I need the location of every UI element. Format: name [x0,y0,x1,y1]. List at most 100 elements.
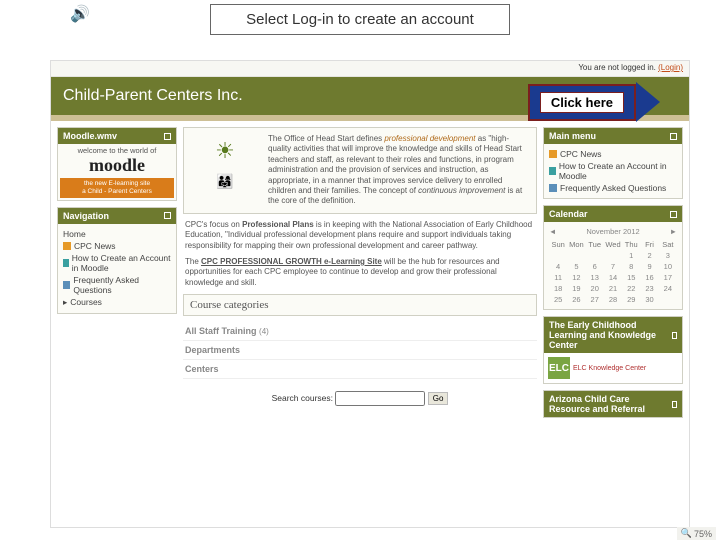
calendar-day-header: Wed [604,239,622,250]
expand-icon: ▸ [63,297,67,308]
calendar-day[interactable]: 22 [622,283,640,294]
calendar-day[interactable]: 1 [622,250,640,261]
collapse-icon[interactable] [672,401,677,408]
collapse-icon[interactable] [670,211,677,218]
moodle-logo-text: moodle [60,155,174,176]
calendar-day[interactable]: 25 [549,294,567,305]
collapse-icon[interactable] [672,332,677,339]
moodle-tagline: welcome to the world of [60,146,174,155]
people-icon: 👨‍👩‍👧 [216,173,233,190]
eck-badge-icon: ELC [548,357,570,379]
collapse-icon[interactable] [164,212,171,219]
sound-icon: 🔊 [70,4,90,24]
calendar-day[interactable]: 11 [549,272,567,283]
page-icon [63,259,69,267]
calendar-day[interactable]: 12 [567,272,585,283]
click-here-callout: Click here [528,82,660,122]
calendar-day[interactable]: 14 [604,272,622,283]
azcc-block: Arizona Child Care Resource and Referral [543,390,683,418]
calendar-block: Calendar ◄ November 2012 ► SunMonTueWedT… [543,205,683,310]
cat-centers[interactable]: Centers [183,360,537,379]
login-link[interactable]: (Login) [658,63,683,72]
nav-faq[interactable]: Frequently Asked Questions [63,274,171,296]
zoom-value: 75% [694,529,712,539]
azcc-title: Arizona Child Care Resource and Referral [549,394,672,414]
calendar-day[interactable]: 15 [622,272,640,283]
calendar-prev[interactable]: ◄ [549,227,556,236]
news-icon [549,150,557,158]
nav-cpc-news[interactable]: CPC News [63,240,171,252]
calendar-day[interactable]: 21 [604,283,622,294]
course-categories-list: All Staff Training (4) Departments Cente… [183,322,537,379]
calendar-day[interactable]: 23 [640,283,658,294]
calendar-day-header: Thu [622,239,640,250]
eck-label: ELC Knowledge Center [573,365,646,372]
page-icon [63,281,70,289]
menu-faq[interactable]: Frequently Asked Questions [549,182,677,194]
calendar-day[interactable]: 26 [567,294,585,305]
main-menu-title: Main menu [549,131,596,141]
zoom-status: 🔍 75% [677,527,716,540]
calendar-day[interactable]: 28 [604,294,622,305]
calendar-day[interactable]: 4 [549,261,567,272]
calendar-month: November 2012 [586,227,639,236]
calendar-title: Calendar [549,209,588,219]
calendar-day[interactable]: 20 [586,283,604,294]
eck-link[interactable]: ELC ELC Knowledge Center [544,353,682,383]
nav-create-account[interactable]: How to Create an Account in Moodle [63,252,171,274]
calendar-day[interactable]: 13 [586,272,604,283]
browser-page: You are not logged in. (Login) Child-Par… [50,60,690,528]
calendar-day[interactable]: 17 [659,272,677,283]
calendar-day[interactable]: 3 [659,250,677,261]
menu-cpc-news[interactable]: CPC News [549,148,677,160]
search-input[interactable] [335,391,425,406]
login-status-text: You are not logged in. [578,63,656,72]
calendar-day[interactable]: 7 [604,261,622,272]
calendar-day[interactable]: 29 [622,294,640,305]
sun-icon: ☀ [215,138,235,164]
calendar-day[interactable]: 9 [640,261,658,272]
calendar-day[interactable]: 27 [586,294,604,305]
calendar-day[interactable]: 19 [567,283,585,294]
news-icon [63,242,71,250]
calendar-day[interactable]: 5 [567,261,585,272]
nav-courses[interactable]: ▸Courses [63,296,171,309]
calendar-day[interactable]: 8 [622,261,640,272]
eck-block: The Early Childhood Learning and Knowled… [543,316,683,384]
calendar-day-header: Tue [586,239,604,250]
nav-home[interactable]: Home [63,228,171,240]
collapse-icon[interactable] [670,133,677,140]
page-icon [549,167,556,175]
para-professional-plans: CPC's focus on Professional Plans is in … [183,220,537,251]
calendar-day[interactable]: 24 [659,283,677,294]
calendar-day [659,294,677,305]
menu-create-account[interactable]: How to Create an Account in Moodle [549,160,677,182]
callout-label: Click here [540,92,624,113]
calendar-table: SunMonTueWedThuFriSat 123456789101112131… [549,239,677,305]
calendar-day[interactable]: 2 [640,250,658,261]
collapse-icon[interactable] [164,133,171,140]
navigation-title: Navigation [63,211,109,221]
calendar-day[interactable]: 18 [549,283,567,294]
calendar-day[interactable]: 10 [659,261,677,272]
zoom-icon: 🔍 [681,528,692,539]
calendar-day-header: Fri [640,239,658,250]
calendar-day[interactable]: 30 [640,294,658,305]
page-icon [549,184,557,192]
moodle-bar2: a Child - Parent Centers [63,188,171,196]
moodle-block-title: Moodle.wmv [63,131,117,141]
navigation-block: Navigation Home CPC News How to Create a… [57,207,177,314]
calendar-day[interactable]: 16 [640,272,658,283]
search-label: Search courses: [272,393,333,403]
calendar-day-header: Sun [549,239,567,250]
calendar-day-header: Sat [659,239,677,250]
search-go-button[interactable]: Go [428,392,449,405]
moodle-video-block: Moodle.wmv welcome to the world of moodl… [57,127,177,201]
cat-all-staff[interactable]: All Staff Training (4) [183,322,537,341]
calendar-day[interactable]: 6 [586,261,604,272]
cat-departments[interactable]: Departments [183,341,537,360]
arrow-icon [636,82,660,122]
calendar-day-header: Mon [567,239,585,250]
moodle-bar1: the new E-learning site [63,180,171,188]
calendar-next[interactable]: ► [670,227,677,236]
